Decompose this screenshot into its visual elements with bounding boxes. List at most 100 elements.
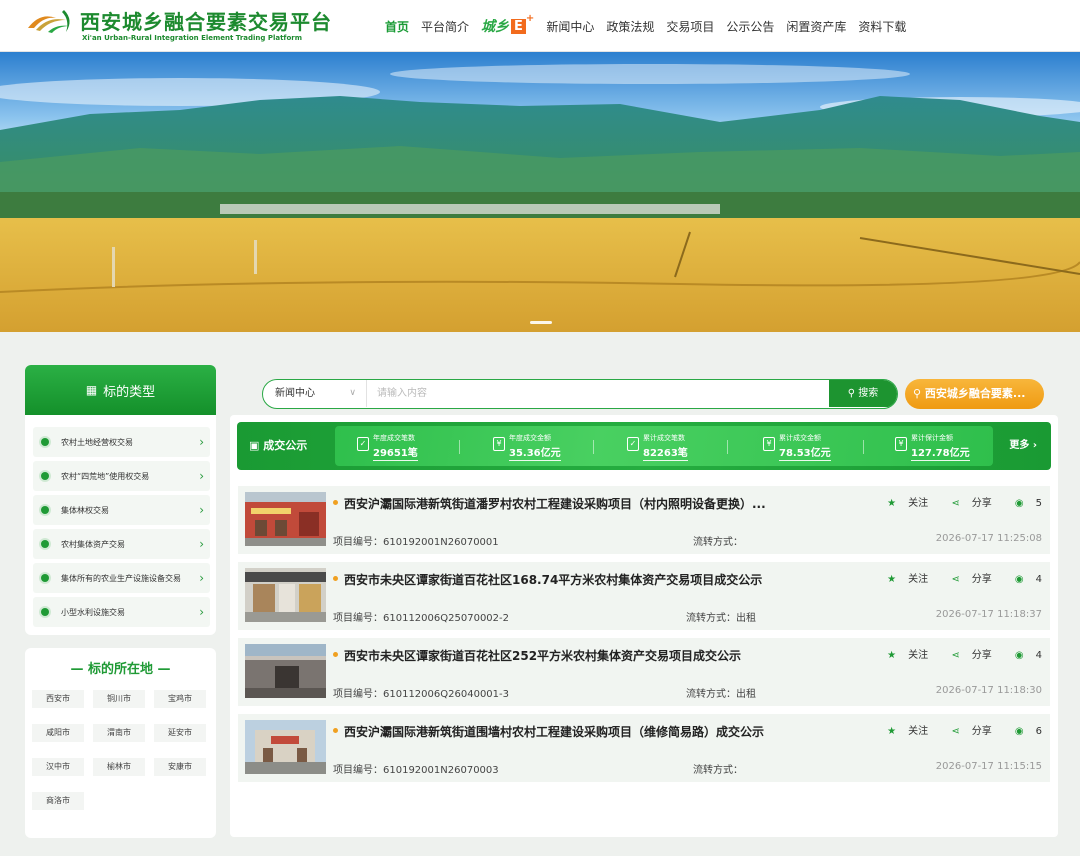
location-item[interactable]: 延安市 [154, 724, 206, 742]
asset-type-label: 小型水利设施交易 [61, 607, 125, 617]
asset-type-label: 集体所有的农业生产设施设备交易 [61, 573, 181, 583]
location-item[interactable]: 渭南市 [93, 724, 145, 742]
asset-type-item[interactable]: 集体所有的农业生产设施设备交易 › [33, 563, 210, 593]
project-timestamp: 2026-07-17 11:18:37 [935, 609, 1042, 620]
nav-downloads[interactable]: 资料下载 [858, 18, 906, 35]
search-bar: 新闻中心 ∨ ⚲ 搜索 [262, 379, 898, 409]
briefcase-icon: ▣ [249, 439, 260, 452]
stats-more-link[interactable]: 更多 › [1009, 422, 1037, 470]
project-list-item[interactable]: 西安沪灞国际港新筑街道潘罗村农村工程建设采购项目（村内照明设备更换）... ★ 关… [238, 486, 1050, 554]
project-title: 西安沪灞国际港新筑街道围墙村农村工程建设采购项目（维修简易路）成交公示 [333, 723, 764, 740]
share-button[interactable]: ⋖ 分享 [941, 650, 991, 661]
nav-platform-intro[interactable]: 平台简介 [421, 18, 469, 35]
location-item[interactable]: 汉中市 [32, 758, 84, 776]
stat-label: 累计成交笔数 [643, 434, 685, 442]
share-button[interactable]: ⋖ 分享 [941, 726, 991, 737]
deal-stats-bar: ▣ 成交公示 ✓ 年度成交笔数 29651笔 ¥ 年度成交金额 35.36亿元 … [237, 422, 1051, 470]
asset-type-label: 农村集体资产交易 [61, 539, 125, 549]
location-item[interactable]: 宝鸡市 [154, 690, 206, 708]
project-thumbnail[interactable] [245, 568, 326, 622]
logo-mark-icon [28, 10, 70, 33]
chevron-right-icon: › [199, 435, 204, 449]
project-thumbnail[interactable] [245, 720, 326, 774]
building-photo-icon [245, 644, 326, 698]
money-icon: ¥ [493, 437, 505, 451]
follow-label: 关注 [908, 726, 929, 737]
region-platform-button[interactable]: ⚲ 西安城乡融合要素... [905, 379, 1044, 409]
project-thumbnail[interactable] [245, 492, 326, 546]
asset-type-panel: ▦ 标的类型 农村土地经营权交易 › 农村“四荒地”使用权交易 › 集体林权交易 › … [25, 365, 216, 635]
hero-banner [0, 52, 1080, 332]
stat-label: 年度成交笔数 [373, 434, 415, 442]
grid-icon: ▦ [85, 383, 98, 397]
follow-button[interactable]: ★ 关注 [877, 726, 928, 737]
asset-type-list: 农村土地经营权交易 › 农村“四荒地”使用权交易 › 集体林权交易 › 农村集体资产交… [25, 415, 216, 627]
location-item[interactable]: 西安市 [32, 690, 84, 708]
nav-city-rural-e-plus[interactable]: 城乡 E + [481, 13, 534, 36]
stat-value: 127.78亿元 [911, 444, 970, 461]
follow-button[interactable]: ★ 关注 [877, 574, 928, 585]
money-icon: ¥ [895, 437, 907, 451]
transfer-mode: 流转方式：出租 [686, 685, 756, 700]
share-button[interactable]: ⋖ 分享 [941, 498, 991, 509]
nav-idle-assets[interactable]: 闲置资产库 [786, 18, 846, 35]
location-item[interactable]: 铜川市 [93, 690, 145, 708]
asset-type-header: ▦ 标的类型 [25, 365, 216, 415]
location-item[interactable]: 咸阳市 [32, 724, 84, 742]
checklist-icon: ✓ [627, 437, 639, 451]
nav-announcements[interactable]: 公示公告 [726, 18, 774, 35]
view-count: ◉ 5 [1005, 498, 1042, 509]
stat-divider [727, 440, 728, 454]
project-actions: ★ 关注 ⋖ 分享 ◉ 4 [867, 646, 1042, 661]
nav-home[interactable]: 首页 [385, 18, 409, 35]
nav-policy[interactable]: 政策法规 [606, 18, 654, 35]
bullet-icon [41, 540, 49, 548]
site-logo[interactable]: 西安城乡融合要素交易平台 Xi'an Urban-Rural Integrati… [26, 6, 336, 46]
location-item[interactable]: 榆林市 [93, 758, 145, 776]
follow-button[interactable]: ★ 关注 [877, 498, 928, 509]
asset-type-item[interactable]: 农村“四荒地”使用权交易 › [33, 461, 210, 491]
transfer-mode: 流转方式： [693, 533, 743, 548]
nav-e-text: 城乡 [481, 19, 510, 35]
share-button[interactable]: ⋖ 分享 [941, 574, 991, 585]
follow-label: 关注 [908, 650, 929, 661]
nav-projects[interactable]: 交易项目 [666, 18, 714, 35]
asset-type-item[interactable]: 小型水利设施交易 › [33, 597, 210, 627]
follow-label: 关注 [908, 498, 929, 509]
share-label: 分享 [971, 498, 992, 509]
view-count: ◉ 6 [1005, 726, 1042, 737]
project-code-label: 项目编号： [333, 765, 383, 776]
project-list-item[interactable]: 西安沪灞国际港新筑街道围墙村农村工程建设采购项目（维修简易路）成交公示 ★ 关注 … [238, 714, 1050, 782]
location-item[interactable]: 商洛市 [32, 792, 84, 810]
eye-icon: ◉ [1014, 650, 1024, 661]
location-pin-icon: ⚲ [913, 387, 922, 400]
project-code-value: 610112006Q26040001-3 [383, 689, 510, 700]
asset-type-item[interactable]: 农村集体资产交易 › [33, 529, 210, 559]
project-timestamp: 2026-07-17 11:15:15 [935, 761, 1042, 772]
location-item[interactable]: 安康市 [154, 758, 206, 776]
project-thumbnail[interactable] [245, 644, 326, 698]
project-list-item[interactable]: 西安市未央区谭家街道百花社区168.74平方米农村集体资产交易项目成交公示 ★ 关… [238, 562, 1050, 630]
transfer-mode-label: 流转方式： [693, 537, 743, 548]
search-input[interactable] [367, 380, 831, 407]
checklist-icon: ✓ [357, 437, 369, 451]
asset-type-label: 集体林权交易 [61, 505, 109, 515]
search-category-select[interactable]: 新闻中心 ∨ [263, 380, 367, 407]
search-button[interactable]: ⚲ 搜索 [829, 380, 897, 407]
stat-divider [459, 440, 460, 454]
project-code: 项目编号：610112006Q26040001-3 [333, 685, 509, 700]
asset-type-item[interactable]: 农村土地经营权交易 › [33, 427, 210, 457]
nav-news[interactable]: 新闻中心 [546, 18, 594, 35]
transfer-mode-label: 流转方式： [693, 765, 743, 776]
search-icon: ⚲ [847, 388, 856, 399]
follow-label: 关注 [908, 574, 929, 585]
transfer-mode: 流转方式：出租 [686, 609, 756, 624]
asset-type-item[interactable]: 集体林权交易 › [33, 495, 210, 525]
project-list-item[interactable]: 西安市未央区谭家街道百花社区252平方米农村集体资产交易项目成交公示 ★ 关注 ⋖… [238, 638, 1050, 706]
follow-button[interactable]: ★ 关注 [877, 650, 928, 661]
deal-stats-title[interactable]: ▣ 成交公示 [249, 422, 307, 470]
stat-label: 累计成交金额 [779, 434, 821, 442]
asset-type-label: 农村“四荒地”使用权交易 [61, 471, 150, 481]
stats-more-label: 更多 [1009, 440, 1030, 451]
view-count-value: 5 [1035, 498, 1042, 509]
